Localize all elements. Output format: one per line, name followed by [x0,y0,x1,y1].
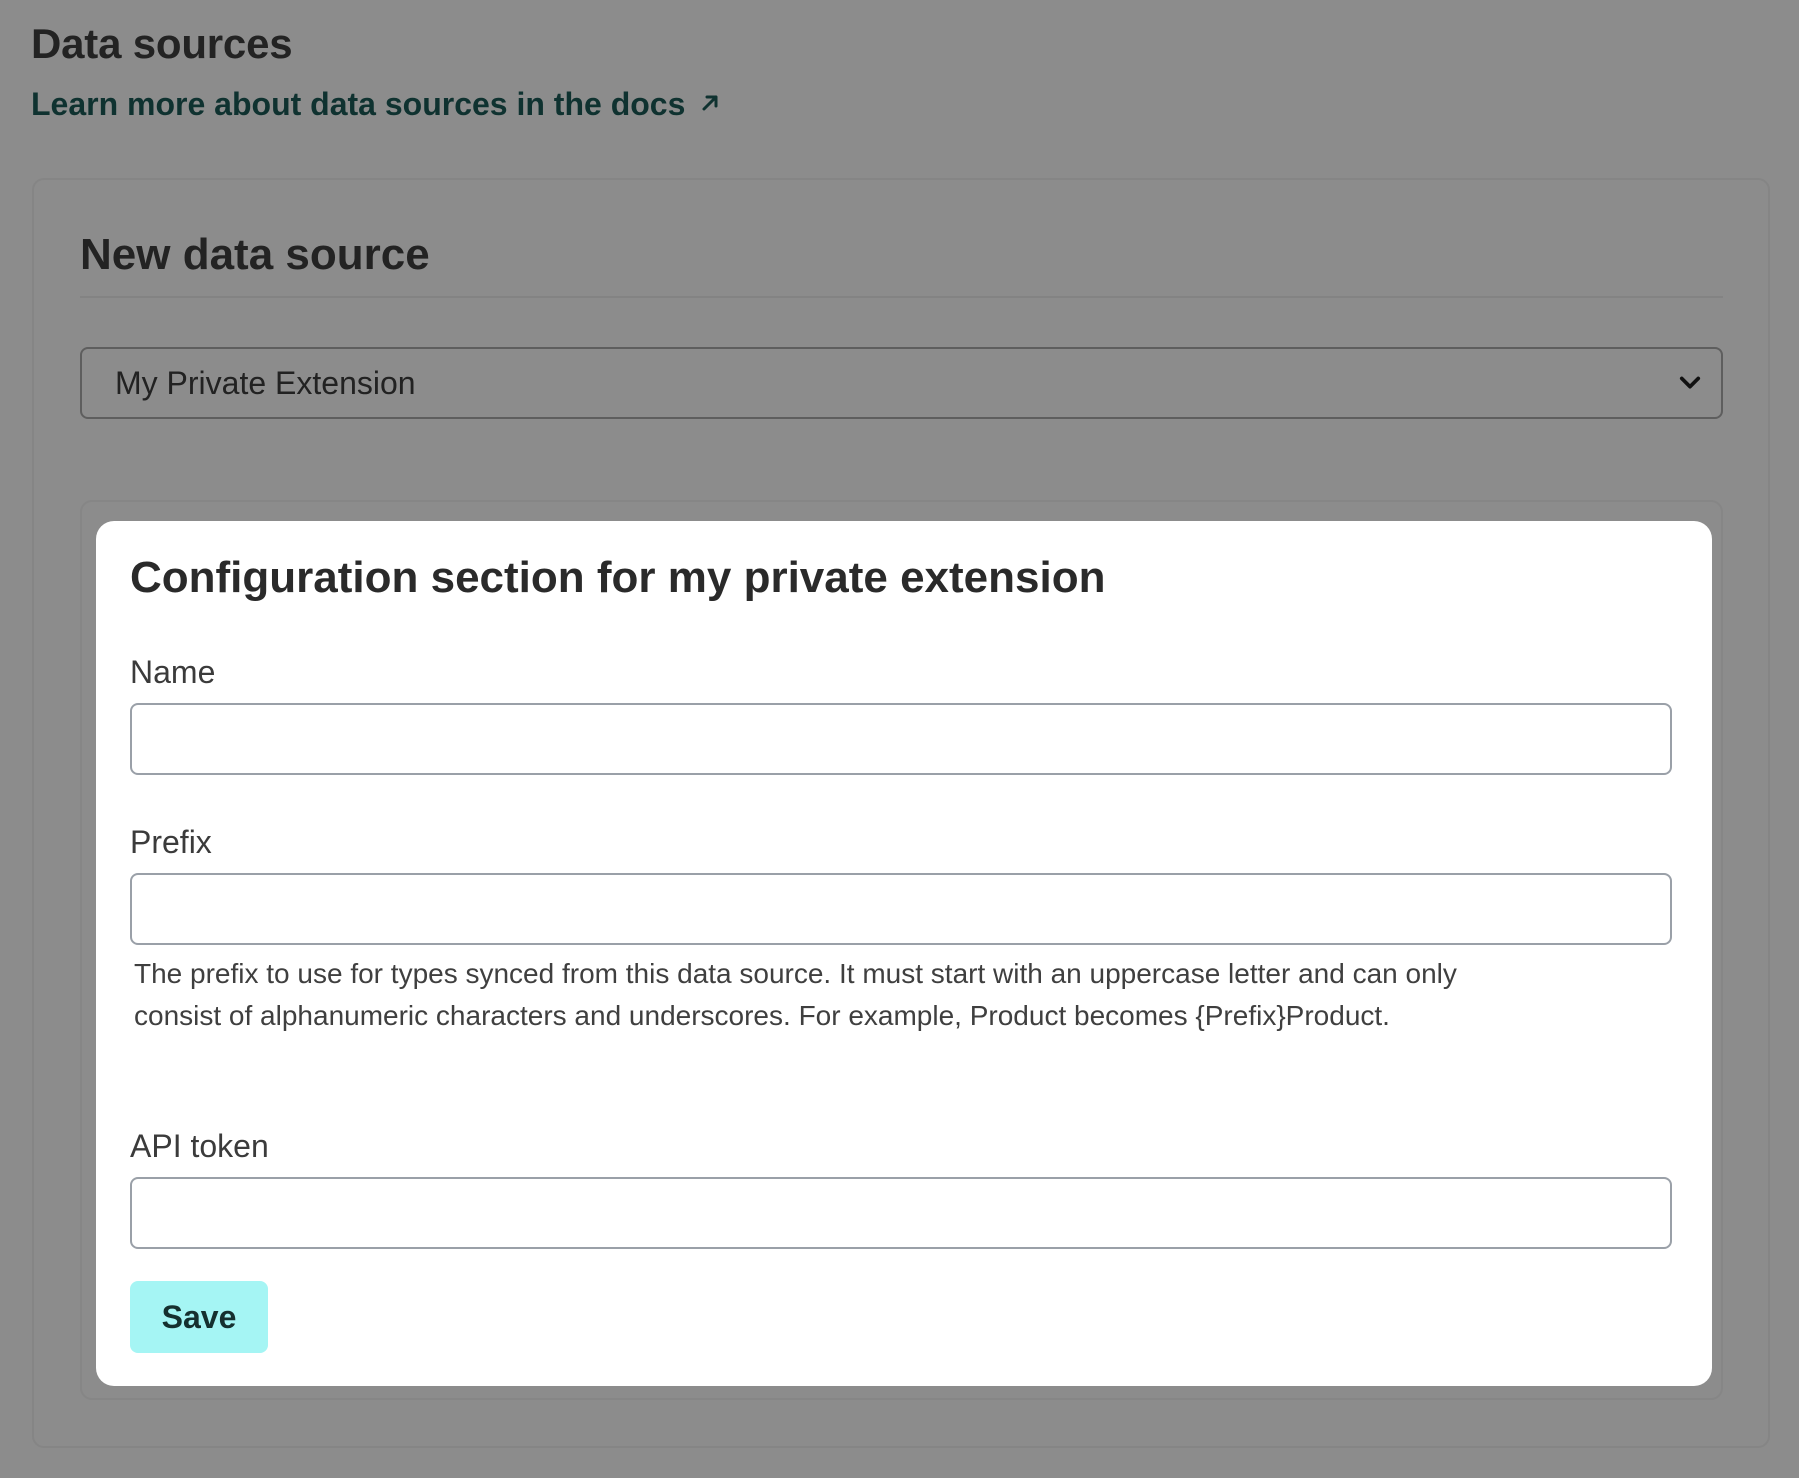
name-label: Name [130,654,216,690]
section-title: New data source [80,230,430,279]
config-panel: Configuration section for my private ext… [96,521,1712,1386]
section-divider [80,296,1723,298]
external-arrow-icon [699,89,721,121]
api-token-label: API token [130,1128,269,1164]
name-input[interactable] [130,703,1672,775]
prefix-label: Prefix [130,824,212,860]
chevron-down-icon [1679,372,1701,394]
config-title: Configuration section for my private ext… [130,553,1106,602]
select-value: My Private Extension [115,364,416,401]
docs-link-label: Learn more about data sources in the doc… [31,86,686,122]
prefix-help-text: The prefix to use for types synced from … [134,958,1457,1031]
docs-link[interactable]: Learn more about data sources in the doc… [31,86,721,123]
api-token-input[interactable] [130,1177,1672,1249]
data-source-select[interactable]: My Private Extension [80,347,1723,419]
page-title: Data sources [31,20,293,67]
save-button[interactable]: Save [130,1281,268,1353]
prefix-input[interactable] [130,873,1672,945]
